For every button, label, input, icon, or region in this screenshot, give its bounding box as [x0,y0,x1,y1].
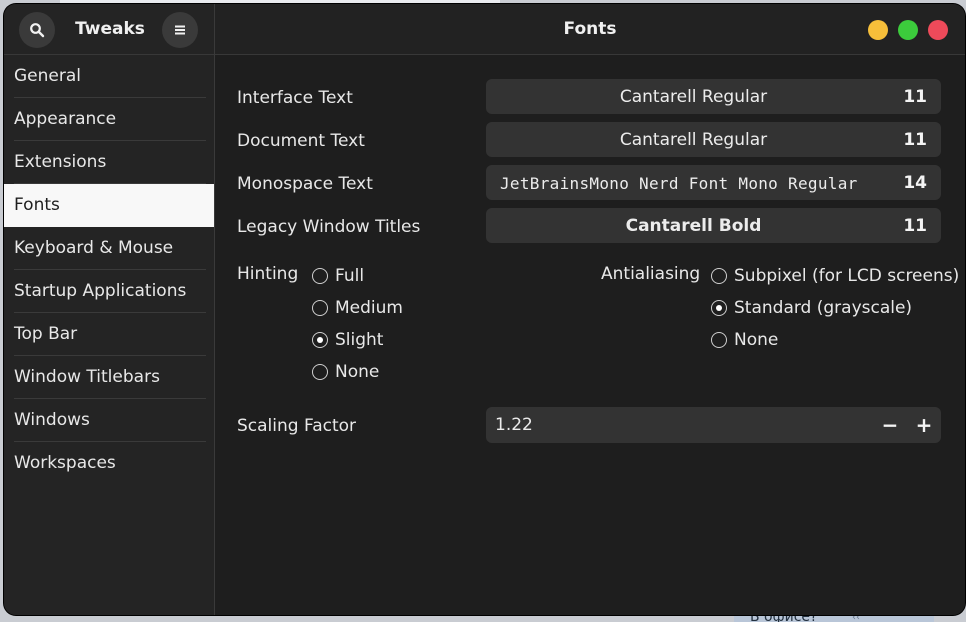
antialiasing-option-subpixel[interactable]: Subpixel (for LCD screens) [711,266,959,286]
sidebar-item-label: Startup Applications [14,281,187,301]
sidebar-item-keyboard-mouse[interactable]: Keyboard & Mouse [4,227,214,270]
radio-indicator [312,364,328,380]
hinting-option-full[interactable]: Full [312,266,364,286]
sidebar-list: General Appearance Extensions Fonts Keyb… [4,55,214,485]
main-menu-button[interactable] [162,12,198,48]
radio-indicator-selected [711,300,727,316]
interface-font-name: Cantarell Regular [619,87,768,107]
decrement-button[interactable]: − [876,411,904,439]
document-text-label: Document Text [237,131,365,151]
page-title: Fonts [563,19,617,39]
minimize-button[interactable] [868,20,888,40]
sidebar-item-general[interactable]: General [4,55,214,98]
antialiasing-option-none[interactable]: None [711,330,778,350]
sidebar-item-appearance[interactable]: Appearance [4,98,214,141]
legacy-window-titles-font-button[interactable]: Cantarell Bold 11 [486,208,941,243]
document-font-size: 11 [903,130,927,150]
app-title: Tweaks [75,19,145,39]
legacy-window-titles-label: Legacy Window Titles [237,217,421,237]
monospace-text-label: Monospace Text [237,174,373,194]
scaling-factor-label: Scaling Factor [237,416,357,436]
sidebar-item-label: Top Bar [14,324,78,344]
interface-text-label: Interface Text [237,88,353,108]
scaling-factor-spinbutton[interactable]: 1.22 − + [486,407,941,443]
sidebar-item-top-bar[interactable]: Top Bar [4,313,214,356]
sidebar: Tweaks General Appearance Extensions Fon… [4,4,215,615]
sidebar-item-label: General [14,66,81,86]
radio-label: Subpixel (for LCD screens) [734,266,960,286]
sidebar-item-windows[interactable]: Windows [4,399,214,442]
radio-indicator [312,300,328,316]
radio-indicator [711,332,727,348]
radio-label: None [335,362,380,382]
antialiasing-option-standard[interactable]: Standard (grayscale) [711,298,912,318]
radio-label: Slight [335,330,384,350]
increment-button[interactable]: + [910,411,938,439]
maximize-button[interactable] [898,20,918,40]
main-panel: Fonts Interface Text Cantarell Regular 1… [215,4,965,615]
legacy-font-name: Cantarell Bold [625,216,762,236]
sidebar-item-fonts[interactable]: Fonts [4,184,214,227]
sidebar-item-window-titlebars[interactable]: Window Titlebars [4,356,214,399]
search-icon [30,23,45,38]
radio-label: Medium [335,298,403,318]
tweaks-window: Tweaks General Appearance Extensions Fon… [4,4,965,615]
hinting-label: Hinting [237,264,299,284]
sidebar-item-label: Workspaces [14,453,116,473]
sidebar-item-label: Window Titlebars [14,367,160,387]
sidebar-item-label: Extensions [14,152,107,172]
radio-label: Full [335,266,365,286]
sidebar-item-startup-applications[interactable]: Startup Applications [4,270,214,313]
interface-text-font-button[interactable]: Cantarell Regular 11 [486,79,941,114]
antialiasing-label: Antialiasing [601,264,701,284]
monospace-font-name: JetBrainsMono Nerd Font Mono Regular [500,174,858,193]
hamburger-menu-icon [175,25,185,35]
close-button[interactable] [928,20,948,40]
document-font-name: Cantarell Regular [619,130,768,150]
radio-label: None [734,330,779,350]
sidebar-item-workspaces[interactable]: Workspaces [4,442,214,485]
hinting-option-slight[interactable]: Slight [312,330,383,350]
interface-font-size: 11 [903,87,927,107]
sidebar-item-label: Appearance [14,109,117,129]
radio-indicator [711,268,727,284]
radio-label: Standard (grayscale) [734,298,913,318]
monospace-font-size: 14 [903,173,927,193]
document-text-font-button[interactable]: Cantarell Regular 11 [486,122,941,157]
legacy-font-size: 11 [903,216,927,236]
radio-indicator-selected [312,332,328,348]
hinting-option-none[interactable]: None [312,362,379,382]
sidebar-item-extensions[interactable]: Extensions [4,141,214,184]
sidebar-header: Tweaks [4,4,214,55]
search-button[interactable] [19,12,55,48]
main-header: Fonts [215,4,965,55]
monospace-text-font-button[interactable]: JetBrainsMono Nerd Font Mono Regular 14 [486,165,941,200]
sidebar-item-label: Fonts [14,195,60,215]
radio-indicator [312,268,328,284]
scaling-factor-value[interactable]: 1.22 [495,415,533,435]
sidebar-item-label: Windows [14,410,90,430]
hinting-option-medium[interactable]: Medium [312,298,403,318]
sidebar-item-label: Keyboard & Mouse [14,238,174,258]
